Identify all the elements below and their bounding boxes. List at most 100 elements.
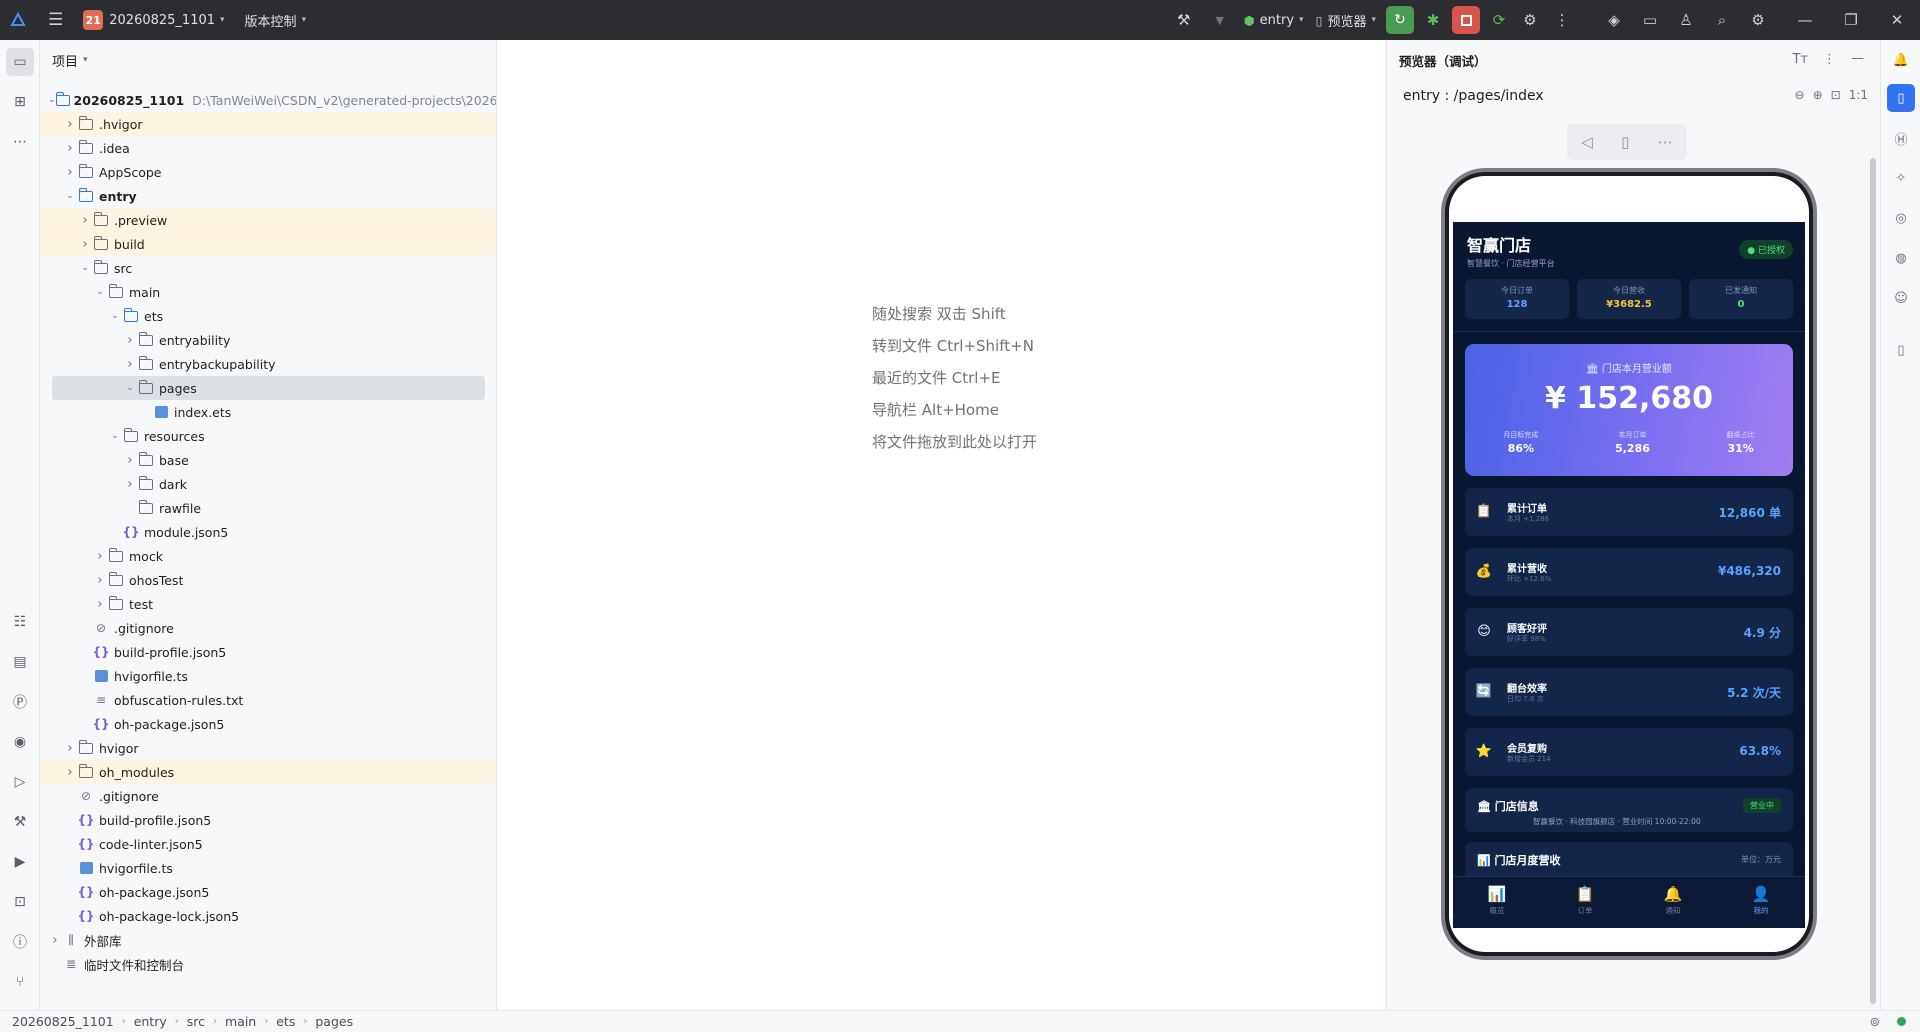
chevron-right-icon[interactable]: ›	[78, 237, 92, 252]
chevron-right-icon[interactable]: ›	[93, 597, 107, 612]
settings-bug-icon[interactable]: ⚙	[1514, 0, 1546, 40]
project-switcher[interactable]: 21 20260825_1101 ▾	[69, 0, 230, 40]
breadcrumb-item[interactable]: pages	[315, 1014, 353, 1029]
inspector-icon[interactable]: ◉	[6, 728, 34, 756]
git-icon[interactable]: ⑂	[6, 968, 34, 996]
tree-item[interactable]: › ⫼ 外部库	[40, 928, 496, 952]
chevron-right-icon[interactable]: ›	[78, 213, 92, 228]
chevron-right-icon[interactable]: ›	[63, 765, 77, 780]
build-hammer-icon[interactable]: ⚒	[1166, 0, 1202, 40]
chevron-right-icon[interactable]: ›	[63, 165, 77, 180]
stat-notifications[interactable]: 已发通知 0	[1689, 279, 1793, 319]
tree-item[interactable]: index.ets	[40, 400, 496, 424]
breadcrumb-item[interactable]: ets	[276, 1014, 295, 1029]
tab-item[interactable]: 📊 概览	[1453, 877, 1541, 928]
tree-item[interactable]: {} oh-package.json5	[40, 712, 496, 736]
tree-item[interactable]: ⌄ resources	[40, 424, 496, 448]
tree-item[interactable]: ≣ 临时文件和控制台	[40, 952, 496, 976]
refresh-icon[interactable]: ⟳	[1484, 0, 1514, 40]
device-manager-icon[interactable]: ◈	[1596, 0, 1632, 40]
tree-item[interactable]: ⊘ .gitignore	[40, 784, 496, 808]
todo-icon[interactable]: ☷	[6, 608, 34, 636]
previewer-icon[interactable]: ▯	[1887, 84, 1915, 112]
account-icon[interactable]: ♙	[1668, 0, 1704, 40]
chevron-right-icon[interactable]: ›	[123, 477, 137, 492]
table-icon[interactable]: ▤	[6, 648, 34, 676]
project-panel-header[interactable]: 项目 ▾	[40, 40, 496, 80]
tree-item[interactable]: {} module.json5	[40, 520, 496, 544]
stat-today-orders[interactable]: 今日订单 128	[1465, 279, 1569, 319]
chevron-down-icon[interactable]: ⌄	[108, 311, 122, 321]
tree-item[interactable]: {} build-profile.json5	[40, 640, 496, 664]
more-tools-icon[interactable]: ⋯	[6, 128, 34, 156]
breadcrumb-item[interactable]: main	[225, 1014, 256, 1029]
filter-icon[interactable]: ▼	[1202, 0, 1238, 40]
health-status-icon[interactable]	[1897, 1017, 1906, 1026]
hvigor-icon[interactable]: Ⓗ	[1887, 124, 1915, 152]
hvigor-status-icon[interactable]: ⊚	[1870, 1014, 1880, 1029]
chevron-down-icon[interactable]: ⌄	[93, 287, 107, 297]
tab-item[interactable]: 🔔 通知	[1629, 877, 1717, 928]
build-icon[interactable]: ⚒	[6, 808, 34, 836]
tree-item[interactable]: › .idea	[40, 136, 496, 160]
more-options-icon[interactable]: ⋮	[1546, 0, 1578, 40]
tree-item[interactable]: › AppScope	[40, 160, 496, 184]
tree-item[interactable]: ⌄ pages	[52, 376, 485, 400]
tree-item[interactable]: ⌄ main	[40, 280, 496, 304]
chevron-right-icon[interactable]: ›	[123, 357, 137, 372]
tree-item[interactable]: hvigorfile.ts	[40, 856, 496, 880]
app-logo-icon[interactable]	[0, 0, 32, 40]
back-icon[interactable]: ◁	[1581, 133, 1593, 151]
breadcrumb-item[interactable]: 20260825_1101	[12, 1014, 114, 1029]
chevron-right-icon[interactable]: ›	[48, 933, 62, 948]
main-menu-button[interactable]: ☰	[32, 0, 69, 40]
tree-item[interactable]: {} build-profile.json5	[40, 808, 496, 832]
chevron-down-icon[interactable]: ⌄	[108, 431, 122, 441]
editor-empty-area[interactable]: 随处搜索 双击 Shift 转到文件 Ctrl+Shift+N 最近的文件 Ct…	[498, 40, 1385, 1010]
run-config-selector[interactable]: ⬢ entry ▾	[1238, 0, 1310, 40]
device-icon[interactable]: ▯	[1887, 336, 1915, 364]
tree-item[interactable]: › .hvigor	[40, 112, 496, 136]
tree-item[interactable]: › dark	[40, 472, 496, 496]
zoom-ratio[interactable]: 1:1	[1849, 88, 1868, 102]
chevron-right-icon[interactable]: ›	[63, 117, 77, 132]
tab-item[interactable]: 👤 我的	[1717, 877, 1805, 928]
robot-icon[interactable]: ☺	[1887, 284, 1915, 312]
chevron-right-icon[interactable]: ›	[93, 573, 107, 588]
tree-item[interactable]: › mock	[40, 544, 496, 568]
zoom-in-icon[interactable]: ⊕	[1813, 88, 1823, 102]
services-icon[interactable]: ▷	[6, 768, 34, 796]
more-options-icon[interactable]: ⋮	[1823, 52, 1836, 67]
metric-card[interactable]: 🔄 翻台效率 日均 7.8 次 5.2 次/天	[1465, 668, 1793, 716]
tree-item[interactable]: › oh_modules	[40, 760, 496, 784]
profiler-icon[interactable]: Ⓟ	[6, 688, 34, 716]
metric-card[interactable]: 😊 顾客好评 好评率 98% 4.9 分	[1465, 608, 1793, 656]
tree-item[interactable]: › ohosTest	[40, 568, 496, 592]
metric-card[interactable]: 💰 累计营收 环比 +12.6% ¥486,320	[1465, 548, 1793, 596]
tree-item[interactable]: {} oh-package.json5	[40, 880, 496, 904]
breadcrumb-item[interactable]: entry	[134, 1014, 167, 1029]
vcs-menu[interactable]: 版本控制 ▾	[231, 0, 313, 40]
project-folder-icon[interactable]: ▭	[6, 48, 34, 76]
more-icon[interactable]: ⋯	[1658, 133, 1673, 151]
chevron-right-icon[interactable]: ›	[63, 141, 77, 156]
chevron-right-icon[interactable]: ›	[93, 549, 107, 564]
search-icon[interactable]: ⌕	[1704, 0, 1740, 40]
chevron-right-icon[interactable]: ›	[123, 333, 137, 348]
chevron-right-icon[interactable]: ›	[123, 453, 137, 468]
problems-icon[interactable]: ⓘ	[6, 928, 34, 956]
chevron-down-icon[interactable]: ⌄	[78, 263, 92, 273]
ai-assistant-icon[interactable]: ✧	[1887, 164, 1915, 192]
tree-item[interactable]: › .preview	[40, 208, 496, 232]
store-info-card[interactable]: 🏛 门店信息 营业中 智赢餐饮 · 科技园旗舰店 · 营业时间 10:00-22…	[1465, 788, 1793, 832]
globe-icon[interactable]: ◍	[1887, 244, 1915, 272]
tree-item[interactable]: ⌄ ets	[40, 304, 496, 328]
tree-item[interactable]: ⌄ src	[40, 256, 496, 280]
tree-item[interactable]: › test	[40, 592, 496, 616]
gear-icon[interactable]: ⚙	[1740, 0, 1776, 40]
tree-item[interactable]: hvigorfile.ts	[40, 664, 496, 688]
terminal-icon[interactable]: ⊡	[6, 888, 34, 916]
code-linter-icon[interactable]: ◎	[1887, 204, 1915, 232]
notifications-icon[interactable]: 🔔	[1887, 46, 1915, 74]
tree-item[interactable]: › build	[40, 232, 496, 256]
